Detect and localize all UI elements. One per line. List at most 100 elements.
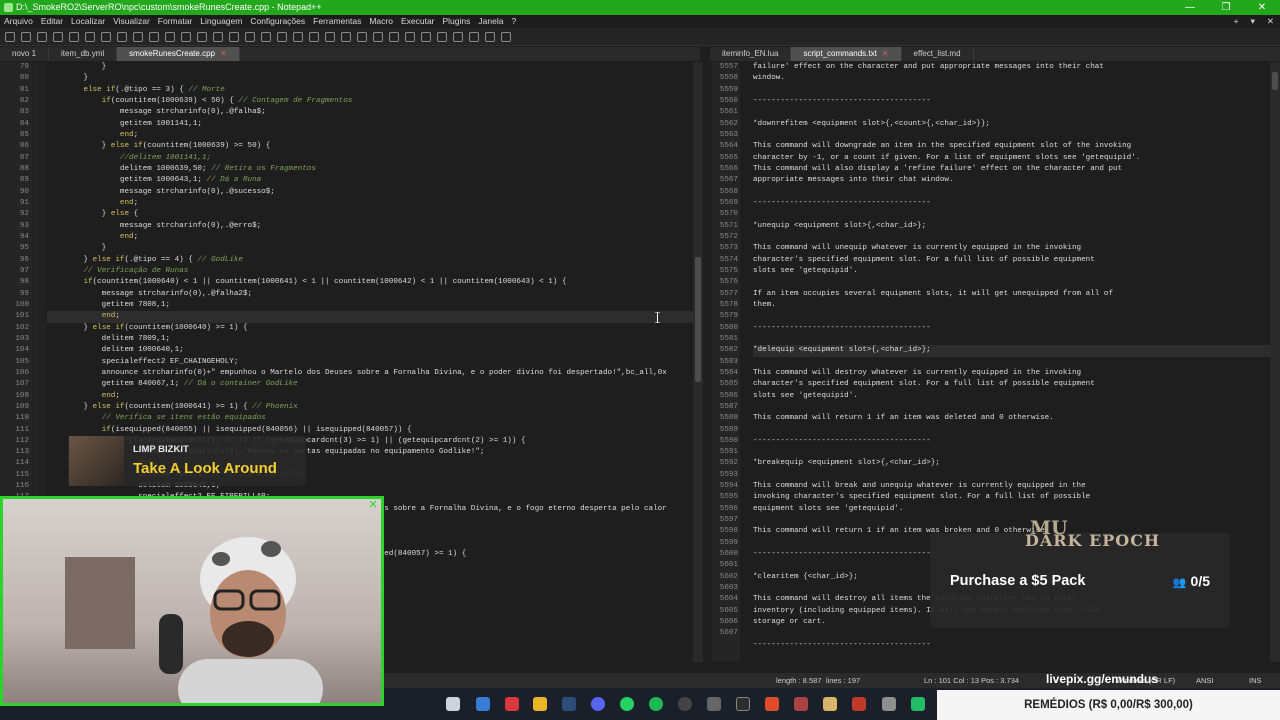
code-line[interactable]: } else if(countitem(1000639) >= 50) { [47, 141, 693, 152]
code-line[interactable]: } else if(.@tipo == 4) { // GodLike [47, 255, 693, 266]
code-line[interactable]: end; [47, 198, 693, 209]
toolbar-button-icon[interactable] [21, 31, 31, 42]
code-line[interactable]: --------------------------------------- [753, 96, 1270, 107]
code-line[interactable] [753, 357, 1270, 368]
toolbar-button-icon[interactable] [357, 31, 367, 42]
webcam-close-icon[interactable]: ✕ [367, 499, 379, 511]
code-line[interactable]: slots see 'getequipid'. [753, 391, 1270, 402]
folder-icon[interactable] [533, 697, 547, 711]
notepad-plus-plus-taskbar-icon[interactable] [911, 697, 925, 711]
discord-icon[interactable] [591, 697, 605, 711]
menu-item[interactable]: ? [507, 15, 520, 28]
app3-icon[interactable] [794, 697, 808, 711]
toolbar-button-icon[interactable] [5, 31, 15, 42]
code-line[interactable]: // Verificação de Runas [47, 266, 693, 277]
code-line[interactable] [753, 232, 1270, 243]
code-line[interactable]: end; [47, 232, 693, 243]
code-line[interactable]: equipment slots see 'getequipid'. [753, 504, 1270, 515]
app-icon[interactable] [476, 697, 490, 711]
spotify-icon[interactable] [649, 697, 663, 711]
code-line[interactable] [753, 277, 1270, 288]
code-line[interactable]: *downrefitem <equipment slot>{,<count>{,… [753, 119, 1270, 130]
code-line[interactable]: invoking character's specified equipment… [753, 492, 1270, 503]
code-line[interactable]: appropriate messages into their chat win… [753, 175, 1270, 186]
tab[interactable]: smokeRunesCreate.cpp ✕ [117, 47, 240, 61]
code-line[interactable] [753, 402, 1270, 413]
code-line[interactable]: *unequip <equipment slot>{,<char_id>}; [753, 221, 1270, 232]
code-line[interactable]: end; [47, 311, 693, 323]
code-line[interactable]: getitem 1001141,1; [47, 119, 693, 130]
code-line[interactable]: announce strcharinfo(0)+" empunhou o Mar… [47, 368, 693, 379]
code-line[interactable]: } [47, 62, 693, 73]
code-line[interactable]: character by -1, or a count if given. Fo… [753, 153, 1270, 164]
menu-item[interactable]: Executar [397, 15, 439, 28]
toolbar-button-icon[interactable] [325, 31, 335, 42]
code-line[interactable]: //delitem 1001141,1; [47, 153, 693, 164]
toolbar-button-icon[interactable] [389, 31, 399, 42]
menu-item[interactable]: Localizar [67, 15, 109, 28]
toolbar-button-icon[interactable] [53, 31, 63, 42]
menu-item[interactable]: Plugins [439, 15, 475, 28]
menu-item[interactable]: Formatar [154, 15, 196, 28]
toolbar-button-icon[interactable] [213, 31, 223, 42]
app6-icon[interactable] [882, 697, 896, 711]
code-line[interactable]: --------------------------------------- [753, 640, 1270, 651]
toolbar-button-icon[interactable] [229, 31, 239, 42]
code-line[interactable] [753, 447, 1270, 458]
code-line[interactable]: window. [753, 73, 1270, 84]
left-scrollbar[interactable] [693, 62, 703, 662]
tab[interactable]: novo 1 [0, 47, 50, 61]
code-line[interactable]: } [47, 243, 693, 254]
code-line[interactable] [753, 425, 1270, 436]
toolbar-button-icon[interactable] [309, 31, 319, 42]
code-line[interactable]: if(countitem(1000640) < 1 || countitem(1… [47, 277, 693, 288]
code-line[interactable]: --------------------------------------- [753, 198, 1270, 209]
left-scrollbar-thumb[interactable] [695, 257, 701, 382]
code-line[interactable]: This command will downgrade an item in t… [753, 141, 1270, 152]
opera-icon[interactable] [505, 697, 519, 711]
toolbar-button-icon[interactable] [469, 31, 479, 42]
toolbar-button-icon[interactable] [293, 31, 303, 42]
settings-icon[interactable] [707, 697, 721, 711]
code-line[interactable]: This command will also display a 'refine… [753, 164, 1270, 175]
status-encoding[interactable]: ANSI [1196, 673, 1214, 688]
obs-icon[interactable] [736, 697, 750, 711]
code-line[interactable] [753, 311, 1270, 322]
steam-icon[interactable] [562, 697, 576, 711]
toolbar-button-icon[interactable] [101, 31, 111, 42]
code-line[interactable] [753, 85, 1270, 96]
code-line[interactable]: // Verifica se itens estão equipados [47, 413, 693, 424]
toolbar-button-icon[interactable] [373, 31, 383, 42]
right-scrollbar-thumb[interactable] [1272, 72, 1278, 90]
menu-item[interactable]: Macro [365, 15, 397, 28]
tab[interactable]: script_commands.txt ✕ [791, 47, 902, 61]
menu-right-button[interactable]: + [1228, 15, 1245, 28]
code-line[interactable] [753, 628, 1270, 639]
code-line[interactable]: If an item occupies several equipment sl… [753, 289, 1270, 300]
code-line[interactable]: This command will return 1 if an item wa… [753, 413, 1270, 424]
tab[interactable]: effect_list.md [902, 47, 974, 61]
menu-right-button[interactable]: ✕ [1261, 15, 1280, 28]
code-line[interactable]: } else if(countitem(1000641) >= 1) { // … [47, 402, 693, 413]
code-line[interactable]: end; [47, 391, 693, 402]
code-line[interactable]: character's specified equipment slot. Fo… [753, 255, 1270, 266]
code-line[interactable]: delitem 1000639,50; // Retira os Fragmen… [47, 164, 693, 175]
tab[interactable]: item_db.yml [49, 47, 118, 61]
code-line[interactable]: message strcharinfo(0),.@erro$; [47, 221, 693, 232]
whatsapp-icon[interactable] [620, 697, 634, 711]
code-line[interactable]: if(countitem(1000639) < 50) { // Contage… [47, 96, 693, 107]
code-line[interactable] [753, 470, 1270, 481]
toolbar-button-icon[interactable] [133, 31, 143, 42]
tab-close-icon[interactable]: ✕ [882, 49, 889, 58]
right-scrollbar[interactable] [1270, 62, 1280, 662]
code-line[interactable]: specialeffect2 EF_CHAINGEHOLY; [47, 357, 693, 368]
code-line[interactable]: *delequip <equipment slot>{,<char_id>}; [753, 345, 1270, 357]
toolbar-button-icon[interactable] [37, 31, 47, 42]
menu-item[interactable]: Configurações [246, 15, 309, 28]
code-line[interactable]: message strcharinfo(0),.@falha2$; [47, 289, 693, 300]
code-line[interactable]: This command will destroy whatever is cu… [753, 368, 1270, 379]
menu-item[interactable]: Ferramentas [309, 15, 365, 28]
code-line[interactable]: } [47, 73, 693, 84]
toolbar-button-icon[interactable] [437, 31, 447, 42]
code-line[interactable]: --------------------------------------- [753, 323, 1270, 334]
